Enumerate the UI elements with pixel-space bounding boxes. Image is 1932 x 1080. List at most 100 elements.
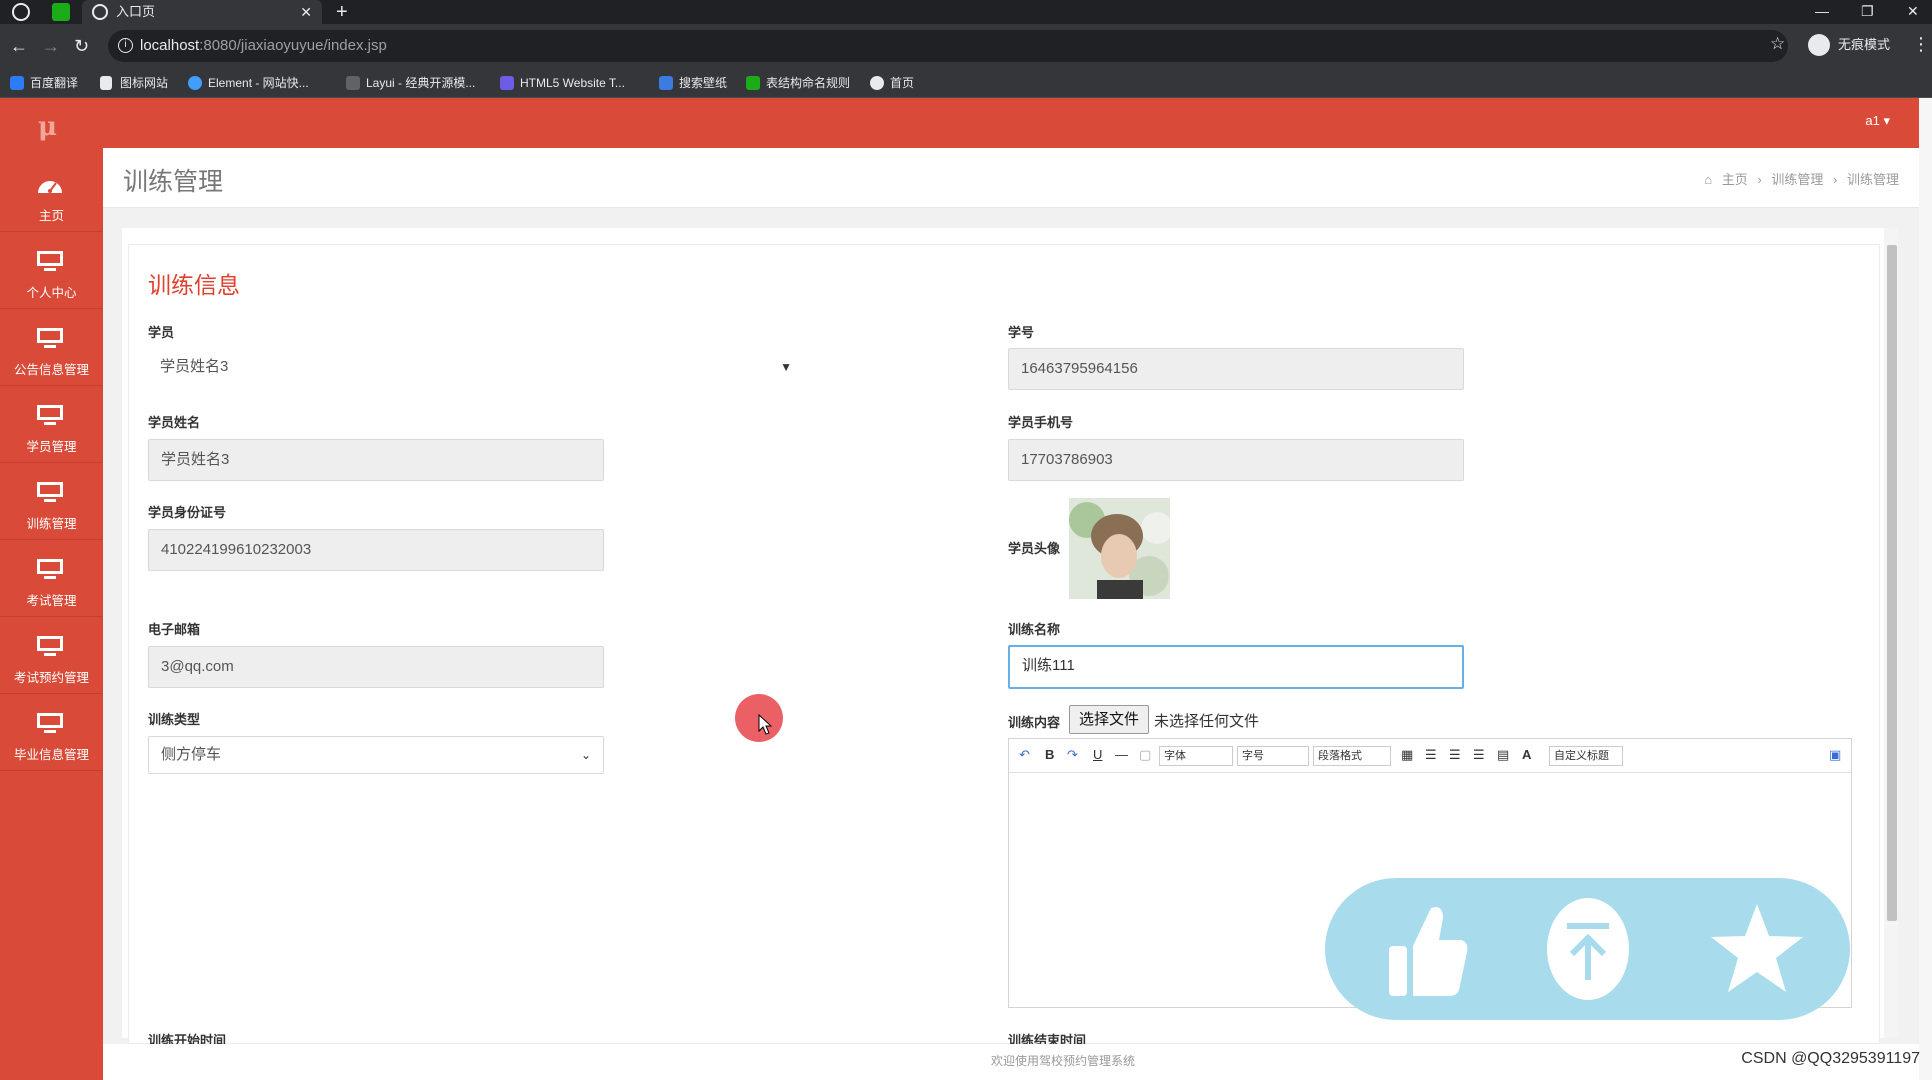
editor-toolbar: ↶ B ↷ U — ▢ 字体 字号 段落格式 ▦ ☰ ☰ ☰ ▤ A 自定义标题… — [1009, 739, 1851, 773]
url-input[interactable]: i localhost:8080/jiaxiaoyuyue/index.jsp — [108, 30, 1788, 62]
app-tab-icon[interactable] — [52, 3, 70, 21]
name-label: 学员姓名 — [148, 415, 201, 430]
sidebar-item-students[interactable]: 学员管理 — [0, 386, 103, 463]
sidebar-item-label: 学员管理 — [26, 440, 77, 454]
reload-icon[interactable]: ↻ — [74, 35, 89, 57]
bookmark-item[interactable]: 首页 — [870, 74, 914, 92]
sidebar-item-exam[interactable]: 考试管理 — [0, 540, 103, 617]
browser-tab-active[interactable]: 入口页 ✕ — [82, 0, 322, 24]
app-header: a1 ▾ — [0, 98, 1932, 148]
sidebar-item-label: 训练管理 — [26, 517, 77, 531]
sidebar: μ 主页 个人中心 公告信息管理 学员管理 训练管理 考试管理 考试预约管理 毕… — [0, 98, 103, 1080]
bookmark-item[interactable]: 百度翻译 — [10, 74, 78, 92]
close-window-icon[interactable]: ✕ — [1907, 0, 1919, 22]
restore-icon[interactable]: ❐ — [1861, 0, 1874, 22]
caret-down-icon: ▼ — [780, 360, 792, 374]
site-info-icon[interactable]: i — [118, 38, 133, 53]
new-tab-button[interactable]: + — [336, 0, 348, 24]
training-name-input[interactable]: 训练111 — [1008, 645, 1464, 689]
student-no-field[interactable]: 16463795964156 — [1008, 348, 1464, 390]
bookmark-item[interactable]: HTML5 Website T... — [500, 74, 625, 92]
bookmark-item[interactable]: 图标网站 — [100, 74, 168, 92]
sidebar-item-profile[interactable]: 个人中心 — [0, 232, 103, 309]
clear-format-icon[interactable]: ▢ — [1139, 747, 1151, 763]
underline-button[interactable]: U — [1093, 747, 1102, 762]
phone-field[interactable]: 17703786903 — [1008, 439, 1464, 481]
font-family-select[interactable]: 字体 — [1159, 746, 1233, 766]
phone-label: 学员手机号 — [1008, 415, 1074, 430]
footer: 欢迎使用驾校预约管理系统 — [103, 1044, 1919, 1080]
bookmark-item[interactable]: Layui - 经典开源模... — [346, 74, 475, 92]
breadcrumb-level1[interactable]: 训练管理 — [1771, 172, 1823, 187]
horizontal-rule-icon[interactable]: — — [1115, 747, 1128, 762]
training-type-select[interactable]: 侧方停车 ⌄ — [148, 736, 604, 774]
idcard-field[interactable]: 410224199610232003 — [148, 529, 604, 571]
scrollbar-thumb[interactable] — [1887, 245, 1897, 921]
paragraph-select[interactable]: 段落格式 — [1313, 746, 1391, 766]
align-right-icon[interactable]: ☰ — [1449, 747, 1461, 763]
student-select-value: 学员姓名3 — [160, 358, 229, 375]
watermark-text: CSDN @QQ3295391197 — [1741, 1050, 1920, 1067]
thumbs-up-icon[interactable] — [1385, 900, 1469, 1000]
sidebar-item-exam-booking[interactable]: 考试预约管理 — [0, 617, 103, 694]
align-left-icon[interactable]: ☰ — [1425, 747, 1437, 763]
monitor-icon — [37, 328, 63, 348]
bookmark-item[interactable]: Element - 网站快... — [188, 74, 309, 92]
breadcrumb-home[interactable]: 主页 — [1722, 172, 1748, 187]
email-label: 电子邮箱 — [148, 622, 201, 637]
reaction-bar — [1325, 878, 1850, 1020]
breadcrumb-level2: 训练管理 — [1846, 172, 1899, 187]
forward-icon[interactable]: → — [42, 35, 60, 57]
redo-icon[interactable]: ↷ — [1067, 747, 1078, 763]
sidebar-item-notice[interactable]: 公告信息管理 — [0, 309, 103, 386]
bookmark-item[interactable]: 表结构命名规则 — [746, 74, 850, 92]
section-title: 训练信息 — [148, 272, 240, 298]
student-select[interactable]: 学员姓名3 ▼ — [148, 348, 804, 386]
user-menu[interactable]: a1 ▾ — [1865, 113, 1890, 129]
monitor-icon — [37, 636, 63, 656]
student-avatar — [1069, 498, 1170, 599]
back-icon[interactable]: ← — [10, 35, 28, 57]
student-label: 学员 — [148, 325, 175, 340]
sidebar-item-home[interactable]: 主页 — [0, 155, 103, 232]
idcard-label: 学员身份证号 — [148, 505, 227, 520]
custom-title-select[interactable]: 自定义标题 — [1549, 746, 1623, 766]
sidebar-item-graduation[interactable]: 毕业信息管理 — [0, 694, 103, 771]
page-scrollbar[interactable] — [1919, 98, 1932, 1080]
browser-menu-icon[interactable]: ⋮ — [1912, 34, 1930, 55]
fullscreen-icon[interactable]: ▣ — [1829, 747, 1841, 763]
bookmark-item[interactable]: 搜索壁纸 — [659, 74, 727, 92]
app-logo: μ — [38, 112, 58, 142]
undo-icon[interactable]: ↶ — [1019, 747, 1030, 763]
bookmark-star-icon[interactable]: ☆ — [1770, 34, 1785, 54]
font-size-select[interactable]: 字号 — [1237, 746, 1309, 766]
monitor-icon — [37, 405, 63, 425]
font-color-button[interactable]: A — [1522, 747, 1531, 762]
justify-icon[interactable]: ▤ — [1497, 747, 1509, 763]
sidebar-item-label: 主页 — [38, 209, 64, 223]
align-center-icon[interactable]: ☰ — [1473, 747, 1485, 763]
mouse-cursor-icon — [758, 714, 773, 735]
monitor-icon — [37, 713, 63, 733]
content-header: 训练管理 ⌂ 主页 › 训练管理 › 训练管理 — [103, 148, 1919, 208]
tab-close-icon[interactable]: ✕ — [300, 0, 312, 24]
star-icon[interactable] — [1707, 900, 1807, 998]
monitor-icon — [37, 251, 63, 271]
chrome-menu-icon[interactable] — [12, 3, 30, 21]
sidebar-item-label: 毕业信息管理 — [13, 748, 89, 762]
table-icon[interactable]: ▦ — [1401, 747, 1413, 763]
sidebar-item-training[interactable]: 训练管理 — [0, 463, 103, 540]
bold-button[interactable]: B — [1045, 747, 1054, 762]
email-field[interactable]: 3@qq.com — [148, 646, 604, 688]
monitor-icon — [37, 559, 63, 579]
incognito-profile[interactable]: 无痕模式 — [1808, 32, 1890, 58]
minimize-icon[interactable]: — — [1815, 0, 1829, 22]
tab-title: 入口页 — [116, 4, 156, 19]
name-field[interactable]: 学员姓名3 — [148, 439, 604, 481]
choose-file-button[interactable]: 选择文件 — [1069, 705, 1149, 734]
browser-tab-strip: 入口页 ✕ + — ❐ ✕ — [0, 0, 1932, 24]
share-up-icon[interactable] — [1545, 896, 1631, 1002]
globe-icon — [92, 4, 108, 20]
profile-label: 无痕模式 — [1838, 37, 1891, 52]
student-no-label: 学号 — [1008, 325, 1035, 340]
